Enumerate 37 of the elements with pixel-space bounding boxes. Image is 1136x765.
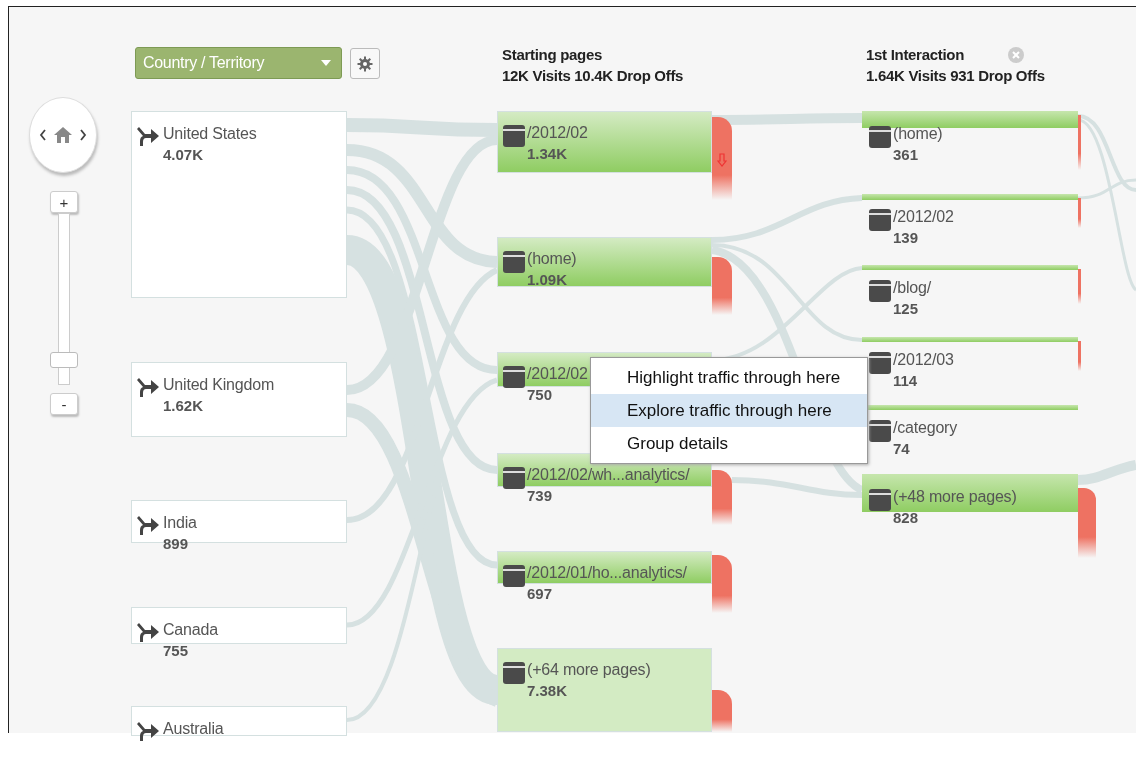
visit-count: 7.38K — [527, 681, 569, 701]
visit-count: 74 — [893, 439, 911, 459]
visit-count: 755 — [163, 641, 190, 661]
page-path: /2012/02 — [893, 207, 954, 227]
visit-count: 4.07K — [163, 145, 205, 165]
visit-count: 125 — [893, 299, 920, 319]
column-title: 1st Interaction — [866, 45, 965, 65]
visit-count: 1.62K — [163, 396, 205, 416]
visit-count: 739 — [527, 486, 554, 506]
page-path: /2012/02/wh...analytics/ — [527, 465, 690, 485]
visit-count: 697 — [527, 584, 554, 604]
page-path: /category — [893, 418, 957, 438]
page-path: /2012/02 — [527, 123, 588, 143]
page-path: (home) — [893, 124, 943, 144]
country-name: Canada — [163, 620, 218, 640]
visit-count: 361 — [893, 145, 920, 165]
country-name: Australia — [163, 719, 224, 739]
page-path: (+64 more pages) — [527, 660, 651, 680]
page-path: (+48 more pages) — [893, 487, 1017, 507]
column-title: Starting pages — [502, 45, 602, 65]
page-path: /2012/01/ho...analytics/ — [527, 563, 687, 583]
page-path: /2012/02 — [527, 364, 588, 384]
visit-count: 899 — [163, 534, 190, 554]
country-name: United Kingdom — [163, 375, 275, 395]
column-summary: 1.64K Visits 931 Drop Offs — [866, 66, 1045, 86]
page-path: /blog/ — [893, 278, 931, 298]
visit-count: 139 — [893, 228, 920, 248]
visit-count: 1.09K — [527, 270, 569, 290]
page-path: /2012/03 — [893, 350, 954, 370]
country-name: India — [163, 513, 197, 533]
country-name: United States — [163, 124, 257, 144]
visit-count: 828 — [893, 508, 920, 528]
visit-count: 114 — [893, 371, 919, 391]
visit-count: 750 — [527, 385, 554, 405]
visit-count: 1.34K — [527, 144, 569, 164]
column-summary: 12K Visits 10.4K Drop Offs — [502, 66, 684, 86]
page-path: (home) — [527, 249, 577, 269]
